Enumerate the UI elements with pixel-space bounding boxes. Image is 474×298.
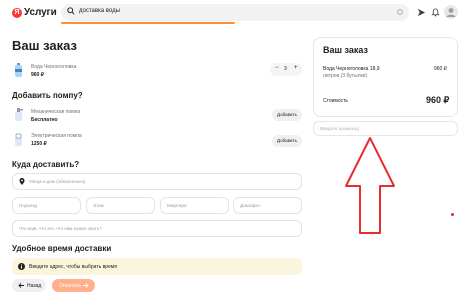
entrance-placeholder: Подъезд (19, 203, 37, 208)
red-arrow-annotation (345, 137, 395, 234)
location-pin-icon (19, 178, 25, 185)
pump-item-price: Бесплатно (31, 117, 58, 123)
arrow-left-icon (18, 283, 24, 288)
add-mechanical-pump-button[interactable]: Добавить (272, 109, 302, 121)
water-bottle-icon (15, 63, 22, 77)
summary-title: Ваш заказ (323, 45, 368, 55)
avatar[interactable] (444, 5, 458, 19)
microphone-icon[interactable] (396, 8, 404, 16)
user-icon (446, 8, 456, 17)
street-placeholder: Улица и дом (обязательно) (29, 179, 86, 184)
mechanical-pump-icon (15, 108, 23, 121)
yandex-logo-icon[interactable]: Я (12, 8, 22, 18)
search-icon (67, 7, 75, 15)
info-icon (18, 263, 25, 270)
decrease-button[interactable]: − (275, 65, 279, 71)
product-name: Вода Черноголовка (31, 64, 77, 70)
electric-pump-icon (15, 133, 22, 146)
bell-icon[interactable] (431, 8, 440, 17)
red-dot-marker (451, 213, 454, 216)
summary-cost-value: 960 ₽ (426, 95, 450, 105)
delivery-notice-text: Введите адрес, чтобы выбрать время (29, 264, 117, 270)
summary-item-price: 960 ₽ (434, 66, 447, 72)
address-section-title: Куда доставить? (12, 160, 80, 169)
summary-item-line2: литров (3 бутылки) (323, 73, 368, 79)
pay-label: Оплатить (59, 283, 82, 289)
product-price: 960 ₽ (31, 72, 44, 78)
send-icon[interactable] (417, 8, 426, 17)
arrow-right-icon (83, 283, 89, 288)
pump-section-title: Добавить помпу? (12, 91, 83, 100)
service-title[interactable]: Услуги (24, 7, 57, 18)
summary-item-line1: Вода Черноголовка 18,9 (323, 66, 380, 72)
pump-item-price: 1250 ₽ (31, 141, 47, 147)
floor-placeholder: Этаж (93, 203, 104, 208)
promo-placeholder: Введите промокод (320, 126, 359, 131)
summary-cost-label: Стоимость (323, 98, 349, 104)
comment-placeholder: Что ещё, что это, что нам нужно знать? (19, 226, 102, 231)
loading-progress-bar (61, 22, 235, 24)
back-label: Назад (27, 283, 42, 289)
delivery-time-title: Удобное время доставки (12, 244, 112, 253)
pump-item-name: Электрическая помпа (31, 133, 82, 139)
pump-item-name: Механическая помпа (31, 109, 81, 115)
increase-button[interactable]: + (294, 65, 298, 71)
add-electric-pump-button[interactable]: Добавить (272, 135, 302, 147)
page-title: Ваш заказ (12, 38, 77, 53)
quantity-value: 3 (284, 66, 287, 72)
intercom-placeholder: Домофон (240, 203, 260, 208)
search-input[interactable]: доставка воды (79, 8, 120, 14)
apartment-placeholder: Квартира (167, 203, 187, 208)
quantity-stepper[interactable]: − 3 + (270, 63, 302, 76)
